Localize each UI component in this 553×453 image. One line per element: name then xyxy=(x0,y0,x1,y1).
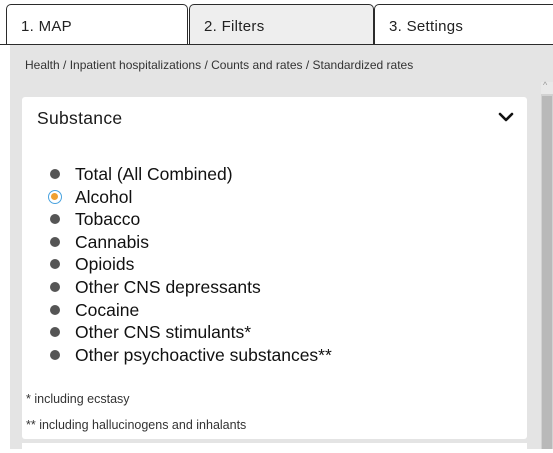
radio-unselected[interactable] xyxy=(50,214,60,225)
option-cannabis[interactable]: Cannabis xyxy=(50,231,332,254)
filters-panel: Health / Inpatient hospitalizations / Co… xyxy=(10,45,553,453)
footnote-ecstasy: * including ecstasy xyxy=(26,392,130,406)
breadcrumb: Health / Inpatient hospitalizations / Co… xyxy=(25,58,414,72)
vertical-scrollbar[interactable]: ^ xyxy=(541,80,553,449)
option-label: Opioids xyxy=(75,254,135,275)
option-label: Cannabis xyxy=(75,231,149,252)
option-tobacco[interactable]: Tobacco xyxy=(50,208,332,231)
option-label: Other CNS depressants xyxy=(75,276,261,297)
option-other-psychoactive[interactable]: Other psychoactive substances** xyxy=(50,344,332,367)
radio-unselected[interactable] xyxy=(50,327,60,338)
option-label: Tobacco xyxy=(75,209,141,230)
radio-unselected[interactable] xyxy=(50,349,60,360)
substance-filter-card: Substance Total (All Combined) Alcohol T… xyxy=(22,97,527,439)
option-label: Total (All Combined) xyxy=(75,164,233,184)
radio-selected[interactable] xyxy=(48,189,62,204)
option-label: Other CNS stimulants* xyxy=(75,322,252,343)
radio-unselected[interactable] xyxy=(50,281,60,292)
radio-unselected[interactable] xyxy=(50,259,60,270)
option-label: Cocaine xyxy=(75,299,140,320)
option-label: Other psychoactive substances** xyxy=(75,344,332,365)
option-alcohol[interactable]: Alcohol xyxy=(48,186,332,209)
radio-unselected[interactable] xyxy=(50,304,60,315)
filter-title: Substance xyxy=(37,108,123,128)
option-label: Alcohol xyxy=(75,186,133,207)
scroll-up-arrow-icon[interactable]: ^ xyxy=(541,80,553,94)
substance-options: Total (All Combined) Alcohol Tobacco Can… xyxy=(48,163,332,367)
scroll-thumb[interactable] xyxy=(542,96,552,449)
tab-map[interactable]: 1. MAP xyxy=(6,4,188,45)
option-other-cns-depressants[interactable]: Other CNS depressants xyxy=(50,276,332,299)
option-opioids[interactable]: Opioids xyxy=(50,253,332,276)
footnote-hallucinogens: ** including hallucinogens and inhalants xyxy=(26,418,247,432)
next-filter-card xyxy=(22,443,527,453)
tab-filters[interactable]: 2. Filters xyxy=(189,4,374,45)
chevron-down-icon[interactable] xyxy=(498,111,514,123)
radio-unselected[interactable] xyxy=(50,169,60,179)
option-other-cns-stimulants[interactable]: Other CNS stimulants* xyxy=(50,321,332,344)
tab-settings[interactable]: 3. Settings xyxy=(374,4,553,45)
option-total[interactable]: Total (All Combined) xyxy=(50,163,332,186)
option-cocaine[interactable]: Cocaine xyxy=(50,299,332,322)
radio-unselected[interactable] xyxy=(50,236,60,247)
tab-bar: 1. MAP 2. Filters 3. Settings xyxy=(0,0,553,45)
